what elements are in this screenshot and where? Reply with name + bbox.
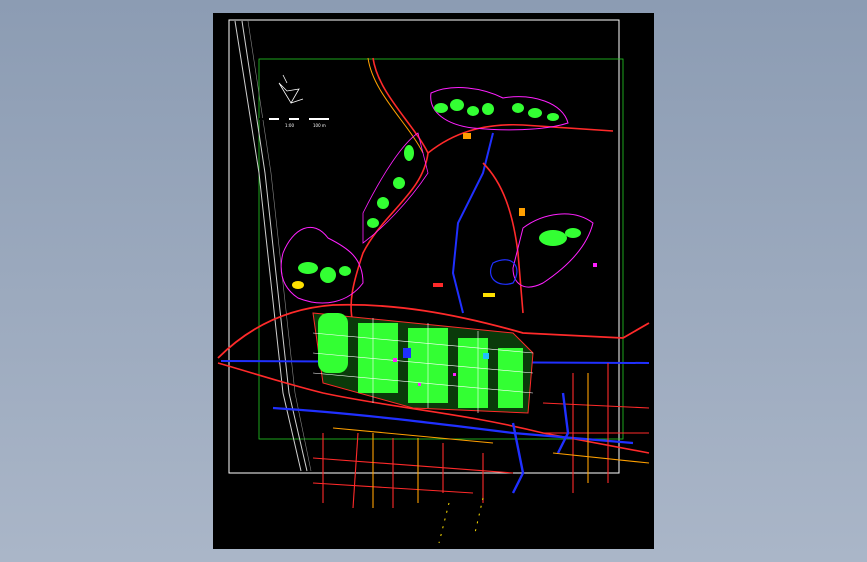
south-dashed-line [438, 497, 484, 544]
scattered-buildings [433, 133, 597, 297]
scale-label-right: 100 m [313, 123, 326, 128]
scale-bar: 1:00 100 m [259, 118, 329, 128]
cad-viewport[interactable]: 1:00 100 m [213, 13, 654, 549]
scale-label-left: 1:00 [285, 123, 294, 128]
site-plan-drawing: 1:00 100 m [217, 19, 650, 544]
north-arrow-icon [278, 74, 304, 104]
east-peninsula [490, 213, 594, 288]
west-village [280, 226, 364, 304]
